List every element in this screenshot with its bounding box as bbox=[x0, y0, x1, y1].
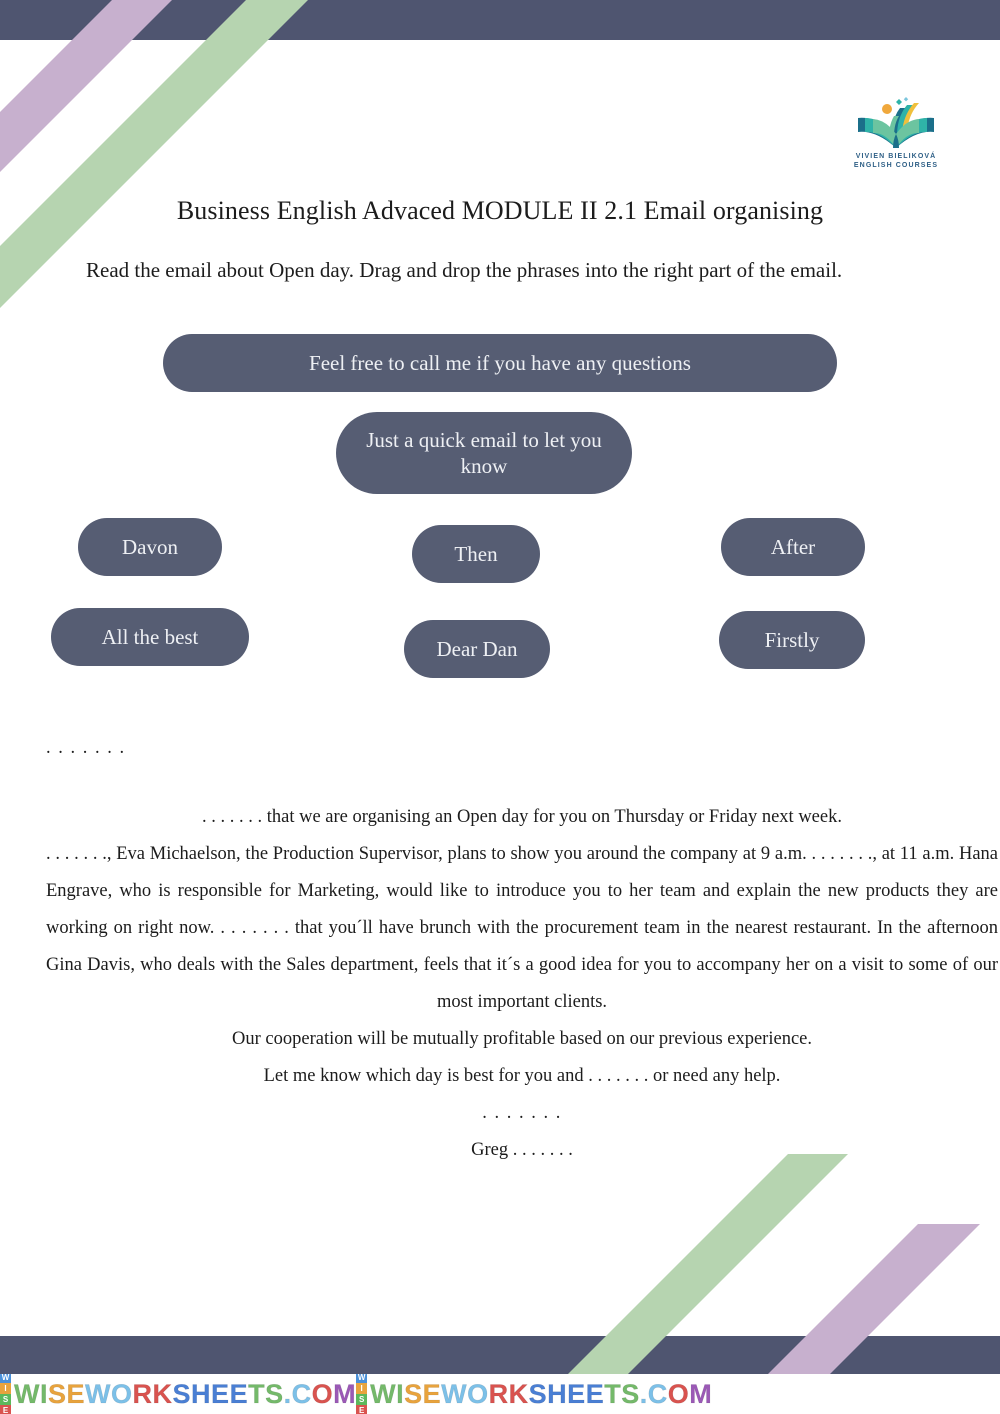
watermark-badge-letter: S bbox=[356, 1394, 368, 1405]
watermark-badge-icon-2: WISE bbox=[356, 1374, 368, 1414]
draggable-pill-all-the-best[interactable]: All the best bbox=[51, 608, 249, 666]
open-book-logo-icon bbox=[858, 97, 934, 148]
draggable-pill-after[interactable]: After bbox=[721, 518, 865, 576]
email-closing-line: Let me know which day is best for you an… bbox=[263, 1066, 781, 1086]
footer-watermark: WISE WISEWORKSHEETS.COM WISE WISEWORKSHE… bbox=[0, 1374, 1000, 1414]
email-main-paragraph: . . . . . . ., Eva Michaelson, the Produ… bbox=[46, 844, 998, 1012]
watermark-badge-icon: WISE bbox=[0, 1374, 11, 1414]
email-greeting-blank[interactable]: . . . . . . . bbox=[46, 730, 998, 767]
watermark-text-1: WISEWORKSHEETS.COM bbox=[14, 1378, 357, 1409]
watermark-badge-letter: I bbox=[356, 1383, 368, 1394]
logo-tagline: ENGLISH COURSES bbox=[853, 162, 939, 169]
email-spacer bbox=[46, 767, 998, 799]
watermark-badge-letter: W bbox=[356, 1374, 368, 1383]
page-title: Business English Advaced MODULE II 2.1 E… bbox=[176, 196, 824, 225]
watermark-badge-letter: E bbox=[356, 1405, 368, 1414]
email-signature: Greg . . . . . . . bbox=[471, 1140, 573, 1160]
draggable-pill-dear-dan[interactable]: Dear Dan bbox=[404, 620, 550, 678]
watermark-badge-letter: E bbox=[0, 1405, 11, 1414]
watermark-badge-letter: S bbox=[0, 1394, 11, 1405]
task-instructions: Read the email about Open day. Drag and … bbox=[86, 258, 843, 282]
watermark-badge-letter: W bbox=[0, 1374, 11, 1383]
draggable-pill-just-quick[interactable]: Just a quick email to let you know bbox=[336, 412, 632, 494]
worksheet-page: VIVIEN BIELIKOVÁ ENGLISH COURSES Busines… bbox=[0, 0, 1000, 1414]
draggable-pill-firstly[interactable]: Firstly bbox=[719, 611, 865, 669]
watermark-text-2: WISEWORKSHEETS.COM bbox=[370, 1378, 713, 1409]
watermark-instance-1: WISE WISEWORKSHEETS.COM bbox=[0, 1374, 356, 1414]
email-opening-line: . . . . . . . that we are organising an … bbox=[202, 807, 842, 827]
logo-name-line: VIVIEN BIELIKOVÁ bbox=[855, 153, 937, 160]
draggable-pill-then[interactable]: Then bbox=[412, 525, 540, 583]
watermark-instance-2: WISE WISEWORKSHEETS.COM bbox=[356, 1374, 712, 1414]
watermark-badge-letter: I bbox=[0, 1383, 11, 1394]
draggable-pill-davon[interactable]: Davon bbox=[78, 518, 222, 576]
email-text-block: . . . . . . . . . . . . . . that we are … bbox=[46, 730, 998, 1169]
draggable-pill-feel-free[interactable]: Feel free to call me if you have any que… bbox=[163, 334, 837, 392]
email-cooperation-line: Our cooperation will be mutually profita… bbox=[232, 1029, 812, 1049]
email-signoff-blank[interactable]: . . . . . . . bbox=[46, 1095, 998, 1132]
brand-logo: VIVIEN BIELIKOVÁ ENGLISH COURSES bbox=[834, 96, 958, 170]
